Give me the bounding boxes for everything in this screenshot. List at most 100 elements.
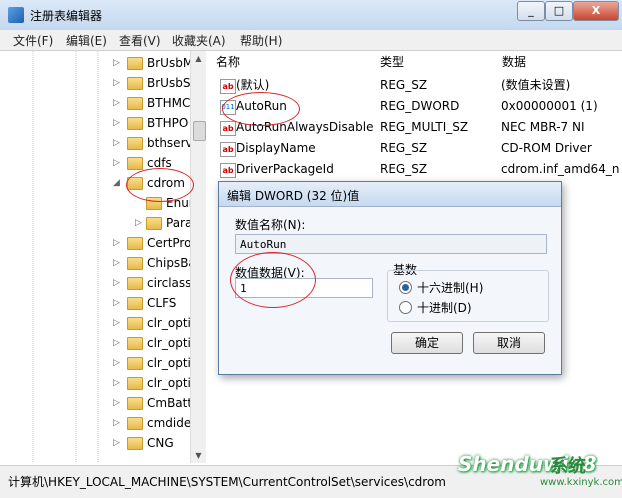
- tree-item[interactable]: ▷ Para: [0, 213, 193, 233]
- expand-arrow-icon[interactable]: ▷: [135, 217, 143, 229]
- hex-radio-label[interactable]: 十六进制(H): [417, 279, 483, 296]
- column-header-name[interactable]: 名称: [210, 51, 377, 73]
- folder-icon: [127, 337, 143, 350]
- tree-item[interactable]: ▷ CNG: [0, 433, 190, 453]
- scroll-down-arrow-icon[interactable]: ▼: [191, 448, 206, 463]
- menu-edit[interactable]: 编辑(E): [66, 32, 107, 49]
- status-path: 计算机\HKEY_LOCAL_MACHINE\SYSTEM\CurrentCon…: [8, 475, 446, 489]
- annotation-circle-value-data: [230, 252, 316, 308]
- tree-item[interactable]: ▷ clr_opti: [0, 373, 191, 393]
- maximize-button[interactable]: □: [545, 1, 573, 21]
- folder-icon: [127, 417, 143, 430]
- tree-item[interactable]: ▷ BTHPO: [0, 113, 190, 133]
- value-type: REG_DWORD: [380, 99, 460, 113]
- tree-item[interactable]: ▷ clr_opti: [0, 313, 191, 333]
- regedit-app-icon: [8, 7, 24, 23]
- expand-arrow-icon[interactable]: ▷: [113, 297, 121, 309]
- title-bar: 注册表编辑器 _ □ X: [0, 0, 622, 31]
- value-name-label: 数值名称(N):: [235, 218, 306, 232]
- folder-icon: [127, 137, 143, 150]
- value-type: REG_SZ: [380, 162, 428, 176]
- tree-item-label: clr_opti: [147, 356, 191, 370]
- string-value-icon: ab: [220, 121, 236, 136]
- value-name-field[interactable]: AutoRun: [235, 234, 547, 254]
- tree-item-label: cmdide: [147, 416, 192, 430]
- tree-item-label: BrUsbS: [147, 76, 191, 90]
- cancel-button[interactable]: 取消: [473, 332, 545, 354]
- folder-icon: [127, 97, 143, 110]
- folder-icon: [127, 237, 143, 250]
- tree-item[interactable]: ▷ BTHMC: [0, 93, 190, 113]
- tree-item[interactable]: ▷ BrUsbS: [0, 73, 190, 93]
- close-button[interactable]: X: [573, 1, 619, 21]
- folder-icon: [127, 57, 143, 70]
- menu-favorites[interactable]: 收藏夹(A): [172, 32, 226, 49]
- tree-item[interactable]: ▷ clr_opti: [0, 333, 191, 353]
- expand-arrow-icon[interactable]: ▷: [113, 97, 121, 109]
- tree-item[interactable]: ▷ clr_opti: [0, 353, 191, 373]
- expand-arrow-icon[interactable]: ▷: [113, 257, 121, 269]
- folder-icon: [127, 77, 143, 90]
- expand-arrow-icon[interactable]: ▷: [113, 237, 121, 249]
- folder-icon: [146, 217, 162, 230]
- menu-bar: 文件(F) 编辑(E) 查看(V) 收藏夹(A) 帮助(H): [0, 30, 622, 51]
- expand-arrow-icon[interactable]: ▷: [113, 157, 121, 169]
- menu-view[interactable]: 查看(V): [119, 32, 161, 49]
- value-type: REG_SZ: [380, 141, 428, 155]
- expand-arrow-icon[interactable]: ▷: [113, 57, 121, 69]
- tree-item[interactable]: ▷ CertPro: [0, 233, 191, 253]
- site-watermark: Shenduwin8 系统 www.kxinyk.com: [440, 444, 622, 494]
- tree-item-label: CNG: [147, 436, 174, 450]
- tree-item-label: CLFS: [147, 296, 177, 310]
- value-row[interactable]: ab DriverPackageId REG_SZ cdrom.inf_amd64_n: [210, 159, 622, 180]
- tree-item-label: Para: [166, 216, 193, 230]
- tree-item-label: BTHPO: [147, 116, 189, 130]
- hex-radio[interactable]: [399, 281, 412, 294]
- folder-icon: [127, 397, 143, 410]
- value-data: 0x00000001 (1): [501, 99, 598, 113]
- tree-item[interactable]: ▷ CLFS: [0, 293, 190, 313]
- menu-file[interactable]: 文件(F): [13, 32, 53, 49]
- folder-icon: [127, 357, 143, 370]
- tree-item[interactable]: ▷ circlass: [0, 273, 192, 293]
- menu-help[interactable]: 帮助(H): [240, 32, 282, 49]
- ok-button[interactable]: 确定: [391, 332, 463, 354]
- minimize-button[interactable]: _: [517, 1, 545, 21]
- expand-arrow-icon[interactable]: ▷: [113, 357, 121, 369]
- decimal-radio-label[interactable]: 十进制(D): [417, 299, 472, 316]
- tree-item[interactable]: ▷ bthserv: [0, 133, 193, 153]
- value-name: DisplayName: [236, 141, 316, 155]
- column-header-data[interactable]: 数据: [498, 51, 622, 73]
- scroll-thumb[interactable]: [193, 121, 206, 141]
- folder-icon: [127, 317, 143, 330]
- expand-arrow-icon[interactable]: ▷: [113, 337, 121, 349]
- expand-arrow-icon[interactable]: ▷: [113, 417, 121, 429]
- tree-item-label: clr_opti: [147, 336, 191, 350]
- expand-arrow-icon[interactable]: ▷: [113, 277, 121, 289]
- value-type: REG_SZ: [380, 78, 428, 92]
- expand-arrow-icon[interactable]: ▷: [113, 437, 121, 449]
- folder-icon: [127, 297, 143, 310]
- scroll-up-arrow-icon[interactable]: ▲: [191, 51, 206, 66]
- dialog-title: 编辑 DWORD (32 位)值: [227, 189, 360, 203]
- tree-item-label: circlass: [147, 276, 192, 290]
- expand-arrow-icon[interactable]: ▷: [113, 137, 121, 149]
- tree-item[interactable]: ▷ ChipsBa: [0, 253, 196, 273]
- tree-scrollbar[interactable]: ▲ ▼: [190, 51, 206, 463]
- tree-item[interactable]: ▷ BrUsbM: [0, 53, 193, 73]
- string-value-icon: ab: [220, 79, 236, 94]
- tree-item[interactable]: ▷ CmBatt: [0, 393, 192, 413]
- decimal-radio[interactable]: [399, 301, 412, 314]
- value-row[interactable]: ab DisplayName REG_SZ CD-ROM Driver: [210, 138, 622, 159]
- expand-arrow-icon[interactable]: ▷: [113, 317, 121, 329]
- tree-item-label: clr_opti: [147, 316, 191, 330]
- expand-arrow-icon[interactable]: ▷: [113, 117, 121, 129]
- expand-arrow-icon[interactable]: ◢: [113, 177, 121, 189]
- value-data: cdrom.inf_amd64_n: [501, 162, 620, 176]
- column-header-type[interactable]: 类型: [376, 51, 499, 73]
- tree-item[interactable]: ▷ cmdide: [0, 413, 192, 433]
- expand-arrow-icon[interactable]: ▷: [113, 377, 121, 389]
- expand-arrow-icon[interactable]: ▷: [113, 77, 121, 89]
- string-value-icon: ab: [220, 163, 236, 178]
- expand-arrow-icon[interactable]: ▷: [113, 397, 121, 409]
